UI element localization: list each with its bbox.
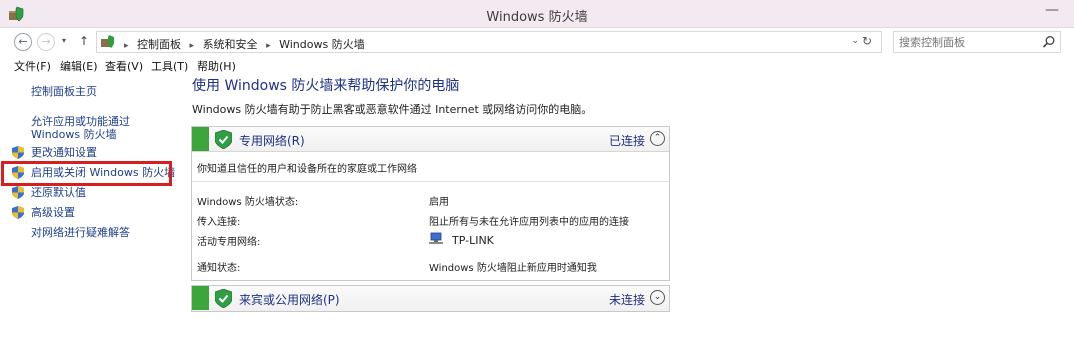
- breadcrumb-firewall[interactable]: Windows 防火墙: [279, 38, 365, 51]
- menu-help[interactable]: 帮助(H): [197, 58, 236, 74]
- status-green-bar: [192, 286, 209, 310]
- sidebar-link-advanced[interactable]: 高级设置: [31, 206, 75, 219]
- notification-state-label: 通知状态:: [197, 263, 241, 274]
- incoming-connections-label: 传入连接:: [197, 217, 241, 228]
- menu-bar: 文件(F) 编辑(E) 查看(V) 工具(T) 帮助(H): [0, 56, 1074, 74]
- incoming-connections-value: 阻止所有与未在允许应用列表中的应用的连接: [429, 217, 629, 228]
- search-box[interactable]: [893, 31, 1061, 53]
- menu-edit[interactable]: 编辑(E): [60, 58, 98, 74]
- private-network-title: 专用网络(R): [239, 134, 305, 148]
- check-shield-icon: [215, 130, 232, 149]
- up-button[interactable]: ↑: [79, 34, 89, 48]
- public-network-panel: 来宾或公用网络(P) 未连接 ⌄: [191, 285, 670, 312]
- refresh-button[interactable]: ↻: [862, 34, 872, 48]
- firewall-state-label: Windows 防火墙状态:: [197, 197, 299, 208]
- check-shield-icon: [215, 289, 232, 308]
- collapse-chevron-icon[interactable]: ⌃: [650, 131, 665, 146]
- breadcrumb: ▸ 控制面板 ▸ 系统和安全 ▸ Windows 防火墙: [119, 36, 365, 52]
- page-description: Windows 防火墙有助于防止黑客或恶意软件通过 Internet 或网络访问…: [192, 103, 593, 116]
- back-button[interactable]: ←: [14, 33, 32, 51]
- highlight-annotation-box: [1, 161, 172, 186]
- sidebar-link-change-notify[interactable]: 更改通知设置: [31, 146, 97, 159]
- search-icon[interactable]: [1042, 35, 1056, 49]
- minimize-button[interactable]: —: [1038, 2, 1066, 22]
- status-green-bar: [192, 127, 209, 151]
- breadcrumb-separator[interactable]: ▸: [266, 41, 271, 51]
- sidebar-link-restore-defaults[interactable]: 还原默认值: [31, 186, 86, 199]
- title-bar: Windows 防火墙 —: [0, 0, 1074, 28]
- expand-chevron-icon[interactable]: ⌄: [650, 290, 665, 305]
- public-network-title: 来宾或公用网络(P): [239, 293, 340, 307]
- menu-tools[interactable]: 工具(T): [151, 58, 188, 74]
- private-network-panel: 专用网络(R) 已连接 ⌃ 你知道且信任的用户和设备所在的家庭或工作网络 Win…: [191, 126, 670, 281]
- notification-state-value: Windows 防火墙阻止新应用时通知我: [429, 263, 597, 274]
- address-box[interactable]: ▸ 控制面板 ▸ 系统和安全 ▸ Windows 防火墙 ⌄: [96, 31, 882, 53]
- public-network-header[interactable]: 来宾或公用网络(P) 未连接 ⌄: [192, 286, 669, 311]
- sidebar-link-allow-apps[interactable]: 允许应用或功能通过 Windows 防火墙: [31, 115, 181, 141]
- sidebar-link-home[interactable]: 控制面板主页: [31, 85, 97, 98]
- private-network-header[interactable]: 专用网络(R) 已连接 ⌃: [192, 127, 669, 152]
- menu-file[interactable]: 文件(F): [14, 58, 51, 74]
- security-shield-icon: [12, 146, 24, 159]
- public-connection-status: 未连接: [608, 293, 645, 307]
- control-panel-icon: [101, 35, 114, 48]
- breadcrumb-separator[interactable]: ▸: [190, 41, 195, 51]
- active-network-value: TP-LINK: [452, 234, 494, 247]
- active-network-label: 活动专用网络:: [197, 237, 261, 248]
- breadcrumb-separator[interactable]: ▸: [124, 41, 129, 51]
- address-history-chevron-icon[interactable]: ⌄: [851, 36, 859, 46]
- page-title: 使用 Windows 防火墙来帮助保护你的电脑: [192, 78, 460, 94]
- sidebar-link-troubleshoot[interactable]: 对网络进行疑难解答: [31, 226, 130, 239]
- search-input[interactable]: [894, 32, 1034, 52]
- network-icon: [429, 232, 443, 244]
- recent-locations-dropdown[interactable]: ▾: [62, 36, 66, 45]
- private-connection-status: 已连接: [608, 134, 645, 148]
- breadcrumb-control-panel[interactable]: 控制面板: [137, 38, 181, 51]
- security-shield-icon: [12, 206, 24, 219]
- breadcrumb-system-security[interactable]: 系统和安全: [203, 38, 258, 51]
- forward-button[interactable]: →: [37, 33, 55, 51]
- security-shield-icon: [12, 186, 24, 199]
- firewall-state-value: 启用: [429, 197, 449, 208]
- private-network-note: 你知道且信任的用户和设备所在的家庭或工作网络: [192, 152, 669, 182]
- window-title: Windows 防火墙: [486, 10, 588, 25]
- menu-view[interactable]: 查看(V): [105, 58, 143, 74]
- address-bar: ← → ▾ ↑ ▸ 控制面板 ▸ 系统和安全 ▸ Windows 防火墙 ⌄ ↻: [0, 28, 1074, 56]
